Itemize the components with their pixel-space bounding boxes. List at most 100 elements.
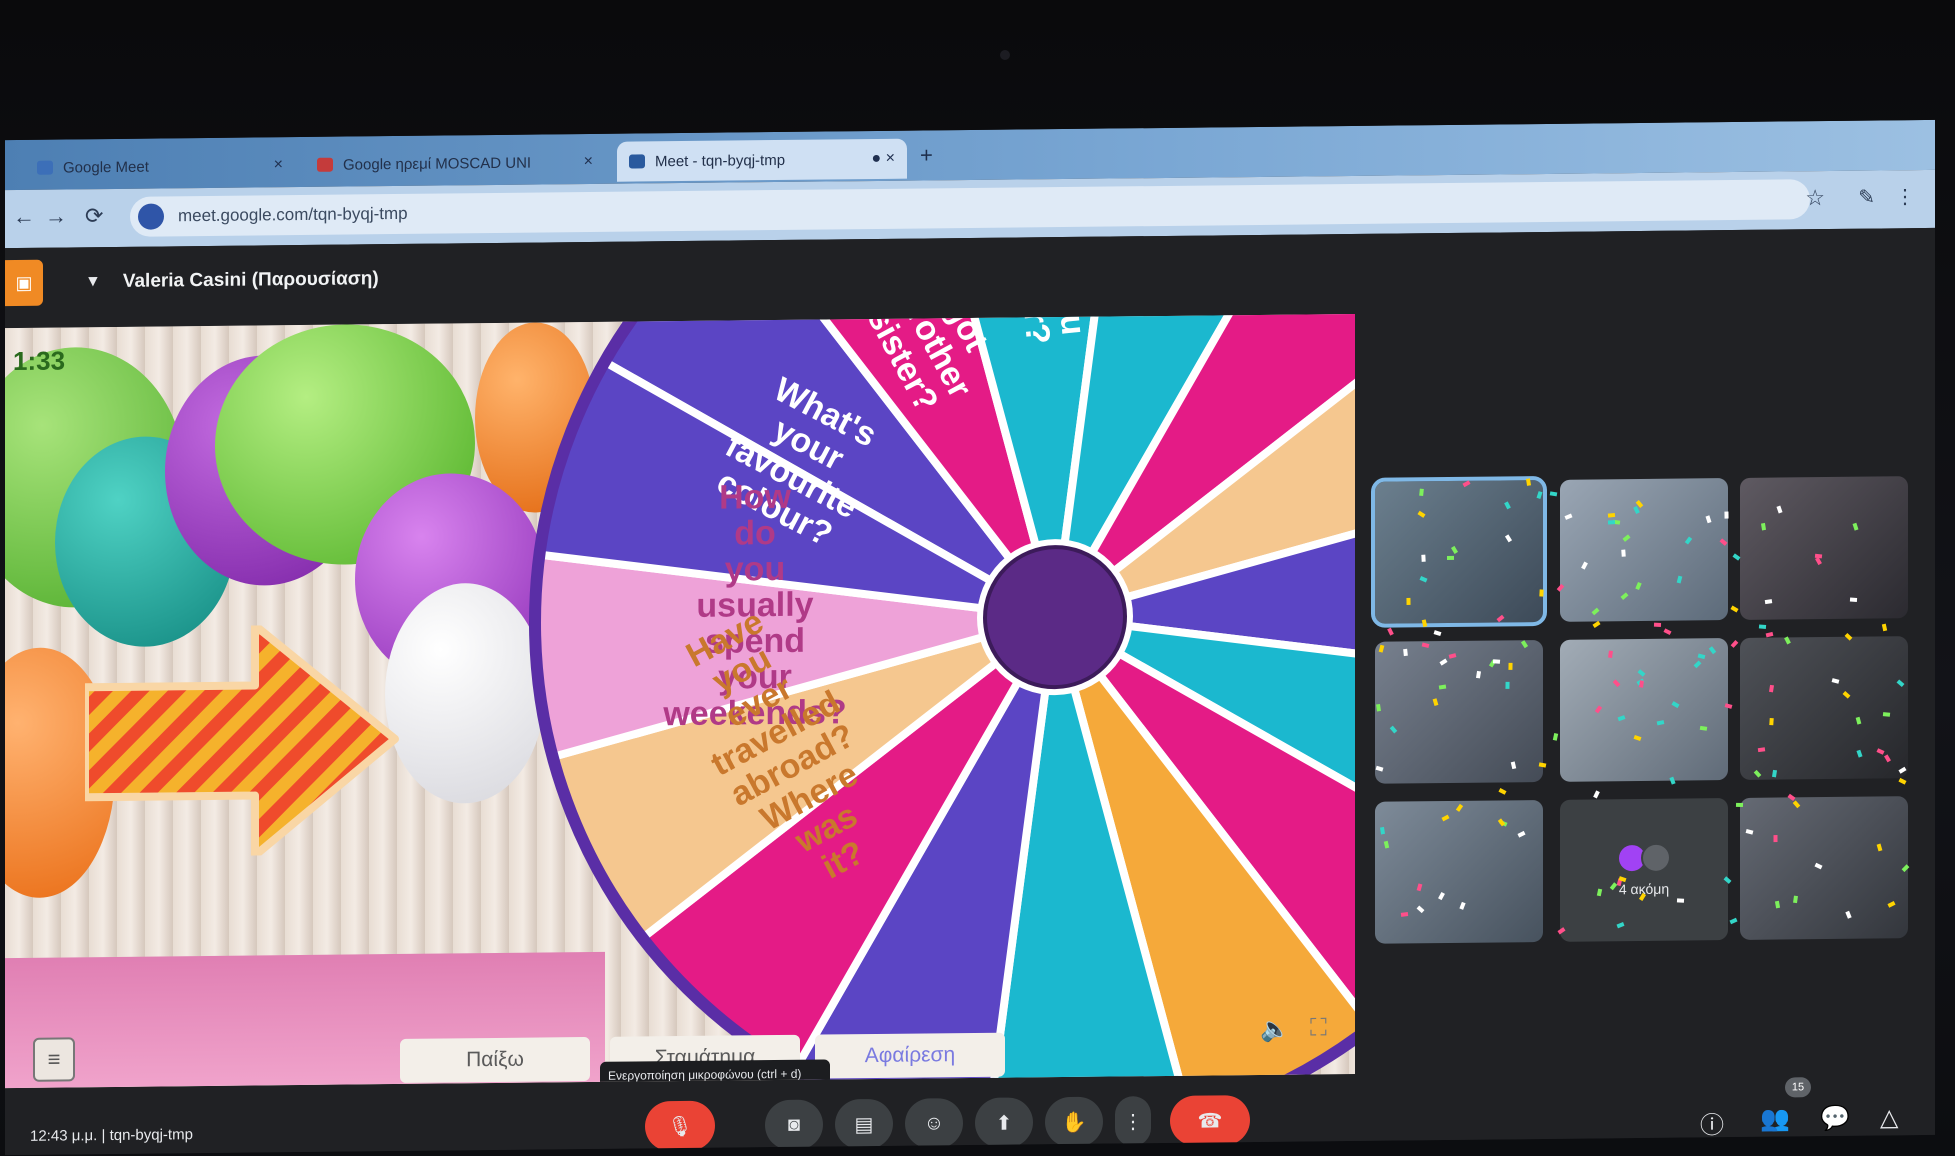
participant-tile[interactable] — [1375, 639, 1543, 784]
pointer-arrow-icon — [85, 623, 399, 858]
confetti-piece — [1769, 717, 1774, 726]
meet-window: ▣ ▼ Valeria Casini (Παρουσίαση) 1:33 Wha… — [5, 227, 1935, 1156]
confetti-piece — [1592, 620, 1601, 629]
mic-off-button[interactable]: 🎙 — [645, 1100, 715, 1152]
participant-tile[interactable] — [1560, 478, 1728, 622]
presenter-name: Valeria Casini (Παρουσίαση) — [122, 268, 379, 292]
captions-button[interactable]: ▤ — [835, 1098, 893, 1150]
browser-tab[interactable]: Google ηρεμί MOSCAD UNI × — [305, 142, 605, 185]
confetti-piece — [1400, 912, 1409, 917]
confetti-piece — [1433, 630, 1442, 637]
confetti-piece — [1729, 917, 1738, 925]
participant-tile[interactable] — [1371, 475, 1547, 628]
url-text: meet.google.com/tqn-byqj-tmp — [178, 203, 408, 226]
browser-tab-active[interactable]: Meet - tqn-byqj-tmp ● × — [617, 138, 907, 182]
mic-tooltip: Ενεργοποίηση μικροφώνου (ctrl + d) — [600, 1059, 830, 1089]
participant-tile[interactable] — [1740, 476, 1908, 620]
shared-screen: 1:33 What'syourfavouritecolour? Howdoyouu… — [5, 313, 1355, 1089]
laptop-screen: Google Meet × Google ηρεμί MOSCAD UNI × … — [5, 119, 1935, 1156]
confetti-piece — [1419, 488, 1424, 496]
chat-icon[interactable]: 💬 — [1820, 1104, 1850, 1133]
confetti-piece — [1699, 725, 1708, 731]
info-icon[interactable]: ⓘ — [1700, 1105, 1724, 1140]
confetti-piece — [1525, 478, 1532, 486]
confetti-piece — [1621, 549, 1626, 557]
meet-icon — [629, 154, 645, 169]
tab-title: Google ηρεμί MOSCAD UNI — [343, 154, 532, 174]
confetti-piece — [1849, 597, 1858, 602]
confetti-piece — [1593, 790, 1600, 799]
sound-icon[interactable]: 🔈 — [1260, 1015, 1290, 1044]
participant-tile[interactable] — [1740, 636, 1908, 780]
confetti-piece — [1765, 631, 1774, 638]
emoji-button[interactable]: ☺ — [905, 1098, 963, 1149]
confetti-piece — [1387, 627, 1394, 636]
chevron-down-icon[interactable]: ▼ — [85, 273, 101, 291]
meet-icon — [37, 160, 53, 175]
confetti-piece — [1447, 555, 1454, 561]
confetti-piece — [1552, 733, 1559, 741]
participant-tile[interactable] — [1375, 799, 1543, 944]
confetti-piece — [1898, 777, 1907, 785]
close-icon[interactable]: × — [274, 156, 283, 174]
camera-button[interactable]: ◙ — [765, 1099, 823, 1151]
wheel-center-hub[interactable] — [983, 545, 1127, 690]
mail-icon — [317, 157, 333, 172]
avatar — [1641, 842, 1671, 873]
activities-icon[interactable]: △ — [1880, 1103, 1898, 1132]
confetti-piece — [1676, 898, 1685, 903]
participant-tile[interactable] — [1560, 638, 1728, 782]
participant-tile[interactable] — [1740, 796, 1908, 940]
confetti-piece — [1663, 628, 1672, 636]
browser-tab[interactable]: Google Meet × — [25, 145, 295, 188]
avatar-stack — [1617, 842, 1671, 874]
site-info-icon[interactable] — [138, 203, 164, 230]
confetti-piece — [1376, 703, 1381, 712]
webcam — [1000, 50, 1010, 60]
confetti-piece — [1498, 788, 1507, 795]
reload-icon[interactable]: ⟳ — [85, 203, 103, 229]
new-tab-button[interactable]: + — [920, 142, 933, 168]
back-icon[interactable]: ← — [13, 204, 35, 230]
tab-title: Meet - tqn-byqj-tmp — [655, 151, 786, 170]
confetti-piece — [1735, 802, 1744, 808]
participant-count-badge: 15 — [1785, 1077, 1811, 1098]
play-button[interactable]: Παίξω — [400, 1036, 590, 1083]
presenter-bar: ▣ ▼ Valeria Casini (Παρουσίαση) — [5, 250, 805, 308]
confetti-piece — [1758, 624, 1767, 629]
people-icon[interactable]: 👥 — [1760, 1104, 1790, 1133]
confetti-piece — [1653, 622, 1662, 627]
raise-hand-button[interactable]: ✋ — [1045, 1096, 1103, 1148]
presenting-icon[interactable]: ▣ — [5, 259, 43, 307]
bookmark-star-icon[interactable]: ☆ — [1805, 185, 1825, 211]
others-tile[interactable]: 4 ακόμη — [1560, 798, 1728, 942]
remove-button[interactable]: Αφαίρεση — [815, 1032, 1005, 1079]
tab-title: Google Meet — [63, 158, 149, 176]
close-icon[interactable]: × — [584, 153, 593, 171]
extensions-icon[interactable]: ✎ — [1858, 185, 1875, 210]
confetti-piece — [1508, 662, 1513, 670]
confetti-piece — [1505, 681, 1510, 689]
fullscreen-icon[interactable]: ⛶ — [1310, 1014, 1327, 1042]
game-menu-icon[interactable]: ≡ — [33, 1037, 75, 1082]
close-icon[interactable]: ● × — [872, 150, 895, 168]
game-timer: 1:33 — [13, 345, 66, 377]
leave-call-button[interactable]: ☎ — [1170, 1095, 1250, 1146]
confetti-piece — [1724, 511, 1729, 519]
confetti-piece — [1549, 491, 1558, 497]
present-button[interactable]: ⬆ — [975, 1097, 1033, 1148]
spin-wheel[interactable]: What'syourfavouritecolour?Howdoyouusuall… — [515, 313, 1355, 1089]
confetti-piece — [1881, 623, 1888, 632]
forward-icon[interactable]: → — [45, 203, 67, 229]
confetti-piece — [1492, 659, 1501, 664]
more-options-button[interactable]: ⋮ — [1115, 1096, 1151, 1147]
menu-kebab-icon[interactable]: ⋮ — [1895, 184, 1915, 209]
confetti-piece — [1607, 512, 1616, 518]
address-bar[interactable]: meet.google.com/tqn-byqj-tmp — [130, 179, 1810, 237]
confetti-piece — [1539, 589, 1544, 597]
confetti-piece — [1403, 648, 1408, 657]
meeting-clock: 12:43 μ.μ. | tqn-byqj-tmp — [30, 1126, 193, 1145]
confetti-piece — [1421, 554, 1426, 562]
confetti-piece — [1608, 650, 1613, 658]
confetti-piece — [1730, 640, 1739, 648]
